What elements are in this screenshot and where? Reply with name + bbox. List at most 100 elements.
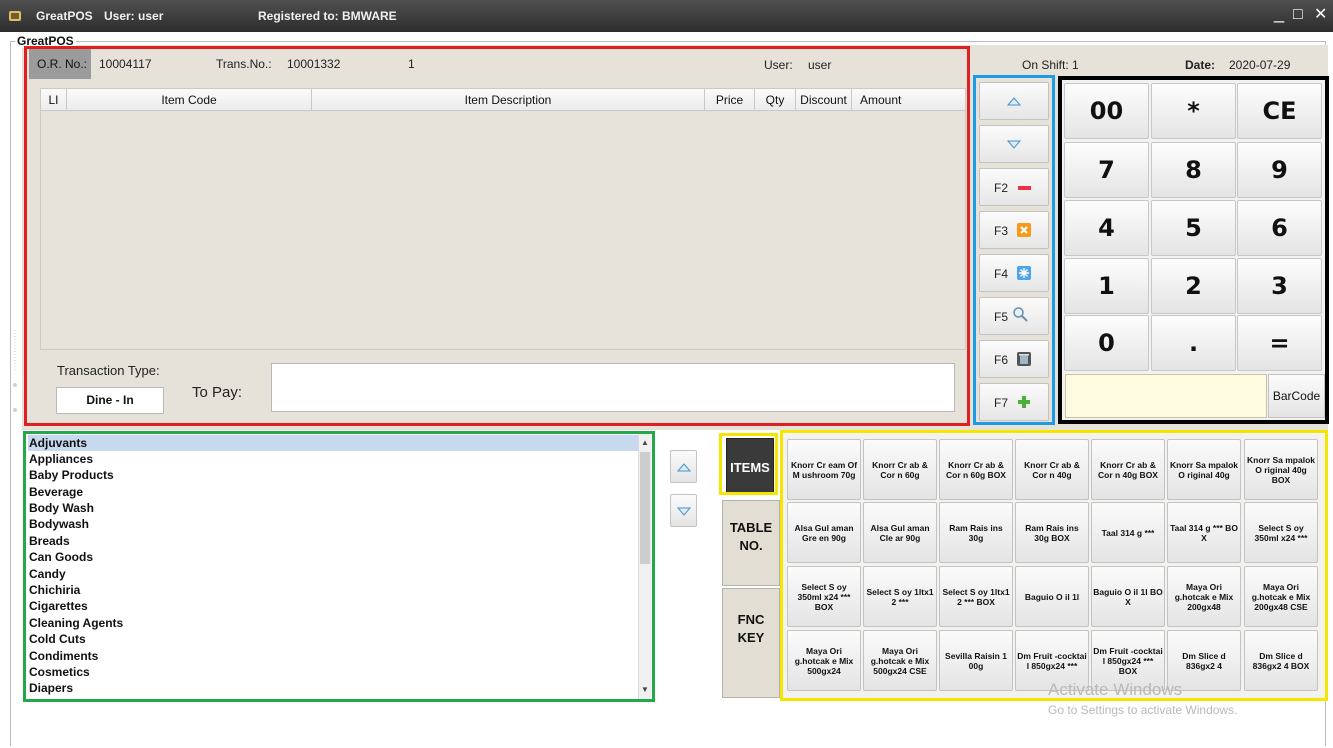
list-item[interactable]: Appliances <box>28 451 638 467</box>
list-item[interactable]: Bodywash <box>28 516 638 532</box>
f6-button[interactable]: F6 <box>979 340 1049 378</box>
product-button[interactable]: Dm Slice d 836gx2 4 BOX <box>1244 630 1318 691</box>
key-8[interactable]: 8 <box>1151 142 1236 198</box>
column-header-li[interactable]: LI <box>41 89 67 111</box>
scroll-down-arrow-icon[interactable]: ▼ <box>640 684 650 696</box>
key-00[interactable]: 00 <box>1064 83 1149 139</box>
column-header-item-description[interactable]: Item Description <box>312 89 705 111</box>
transaction-type-label: Transaction Type: <box>57 363 160 378</box>
f7-button[interactable]: F7 <box>979 383 1049 421</box>
product-button[interactable]: Alsa Gul aman Gre en 90g <box>787 502 861 563</box>
trash-icon <box>1017 352 1031 366</box>
product-button[interactable]: Maya Ori g.hotcak e Mix 200gx48 <box>1167 566 1241 627</box>
list-item[interactable]: Breads <box>28 533 638 549</box>
product-button[interactable]: Maya Ori g.hotcak e Mix 500gx24 CSE <box>863 630 937 691</box>
product-button[interactable]: Maya Ori g.hotcak e Mix 200gx48 CSE <box>1244 566 1318 627</box>
product-button[interactable]: Select S oy 350ml x24 *** BOX <box>787 566 861 627</box>
list-item[interactable]: Adjuvants <box>28 435 638 451</box>
scroll-down-button[interactable] <box>979 125 1049 163</box>
tab-function-key-line1: FNC <box>737 612 765 627</box>
close-button[interactable]: ✕ <box>1314 6 1327 24</box>
list-item[interactable]: Diapers <box>28 680 638 696</box>
user-label: User: <box>764 58 793 72</box>
product-button[interactable]: Knorr Cr ab & Cor n 60g <box>863 439 937 500</box>
list-item[interactable]: Baby Products <box>28 467 638 483</box>
product-button[interactable]: Select S oy 1ltx1 2 *** <box>863 566 937 627</box>
key-7[interactable]: 7 <box>1064 142 1149 198</box>
key-6[interactable]: 6 <box>1237 200 1322 256</box>
list-item[interactable]: Condiments <box>28 648 638 664</box>
down-arrow-icon <box>1007 140 1021 149</box>
f3-button[interactable]: F3 <box>979 211 1049 249</box>
item-table[interactable]: LI Item Code Item Description Price Qty … <box>40 88 966 350</box>
list-item[interactable]: Body Wash <box>28 500 638 516</box>
category-down-button[interactable] <box>670 494 697 527</box>
scrollbar-thumb[interactable] <box>640 452 650 564</box>
product-button[interactable]: Taal 314 g *** BO X <box>1167 502 1241 563</box>
list-item[interactable]: Cleaning Agents <box>28 615 638 631</box>
search-icon <box>1013 307 1028 322</box>
product-button[interactable]: Knorr Cr ab & Cor n 60g BOX <box>939 439 1013 500</box>
key-equals[interactable]: = <box>1237 315 1322 371</box>
category-list[interactable]: Adjuvants Appliances Baby Products Bever… <box>26 434 652 700</box>
tab-function-key[interactable]: FNC KEY <box>722 588 780 698</box>
list-item[interactable]: Can Goods <box>28 549 638 565</box>
f3-label: F3 <box>994 224 1009 238</box>
title-bar: GreatPOS User: user Registered to: BMWAR… <box>0 0 1333 32</box>
product-button[interactable]: Baguio O il 1l <box>1015 566 1089 627</box>
list-item[interactable]: Candy <box>28 566 638 582</box>
key-4[interactable]: 4 <box>1064 200 1149 256</box>
tab-table-no[interactable]: TABLE NO. <box>722 500 780 586</box>
list-item[interactable]: Cigarettes <box>28 598 638 614</box>
product-button[interactable]: Select S oy 1ltx1 2 *** BOX <box>939 566 1013 627</box>
product-button[interactable]: Knorr Cr eam Of M ushroom 70g <box>787 439 861 500</box>
list-item[interactable]: Cosmetics <box>28 664 638 680</box>
product-button[interactable]: Baguio O il 1l BO X <box>1091 566 1165 627</box>
product-button[interactable]: Knorr Cr ab & Cor n 40g <box>1015 439 1089 500</box>
key-0[interactable]: 0 <box>1064 315 1149 371</box>
product-button[interactable]: Taal 314 g *** <box>1091 502 1165 563</box>
minimize-button[interactable]: _ <box>1274 4 1284 22</box>
key-1[interactable]: 1 <box>1064 258 1149 314</box>
product-button[interactable]: Ram Rais ins 30g <box>939 502 1013 563</box>
category-up-button[interactable] <box>670 450 697 483</box>
product-button[interactable]: Maya Ori g.hotcak e Mix 500gx24 <box>787 630 861 691</box>
product-button[interactable]: Knorr Sa mpalok O riginal 40g BOX <box>1244 439 1318 500</box>
f2-button[interactable]: F2 <box>979 168 1049 206</box>
key-3[interactable]: 3 <box>1237 258 1322 314</box>
key-2[interactable]: 2 <box>1151 258 1236 314</box>
list-item[interactable]: Beverage <box>28 484 638 500</box>
product-button[interactable]: Knorr Cr ab & Cor n 40g BOX <box>1091 439 1165 500</box>
column-header-item-code[interactable]: Item Code <box>67 89 312 111</box>
product-button[interactable]: Select S oy 350ml x24 *** <box>1244 502 1318 563</box>
tab-items[interactable]: ITEMS <box>726 438 774 495</box>
key-5[interactable]: 5 <box>1151 200 1236 256</box>
column-header-discount[interactable]: Discount <box>796 89 852 111</box>
plus-icon <box>1018 396 1030 408</box>
key-clear-entry[interactable]: CE <box>1237 83 1322 139</box>
f4-button[interactable]: F4 <box>979 254 1049 292</box>
transaction-type-value[interactable]: Dine - In <box>56 387 164 414</box>
maximize-button[interactable]: □ <box>1293 6 1303 24</box>
product-button[interactable]: Ram Rais ins 30g BOX <box>1015 502 1089 563</box>
column-header-price[interactable]: Price <box>705 89 755 111</box>
product-button[interactable]: Sevilla Raisin 1 00g <box>939 630 1013 691</box>
barcode-input[interactable] <box>1065 374 1267 418</box>
scroll-up-arrow-icon[interactable]: ▲ <box>640 437 650 449</box>
product-button[interactable]: Alsa Gul aman Cle ar 90g <box>863 502 937 563</box>
list-item[interactable]: Cold Cuts <box>28 631 638 647</box>
key-decimal[interactable]: . <box>1151 315 1236 371</box>
tab-function-key-line2: KEY <box>737 630 765 645</box>
shift-indicator: On Shift: 1 <box>1022 58 1079 72</box>
f5-button[interactable]: F5 <box>979 297 1049 335</box>
column-header-qty[interactable]: Qty <box>755 89 796 111</box>
up-arrow-icon <box>677 463 691 472</box>
key-multiply[interactable]: * <box>1151 83 1236 139</box>
key-9[interactable]: 9 <box>1237 142 1322 198</box>
column-header-amount[interactable]: Amount <box>852 89 962 111</box>
barcode-button[interactable]: BarCode <box>1268 374 1325 418</box>
scroll-up-button[interactable] <box>979 82 1049 120</box>
product-button[interactable]: Knorr Sa mpalok O riginal 40g <box>1167 439 1241 500</box>
splitter-handle[interactable] <box>12 330 18 420</box>
list-item[interactable]: Chichiria <box>28 582 638 598</box>
